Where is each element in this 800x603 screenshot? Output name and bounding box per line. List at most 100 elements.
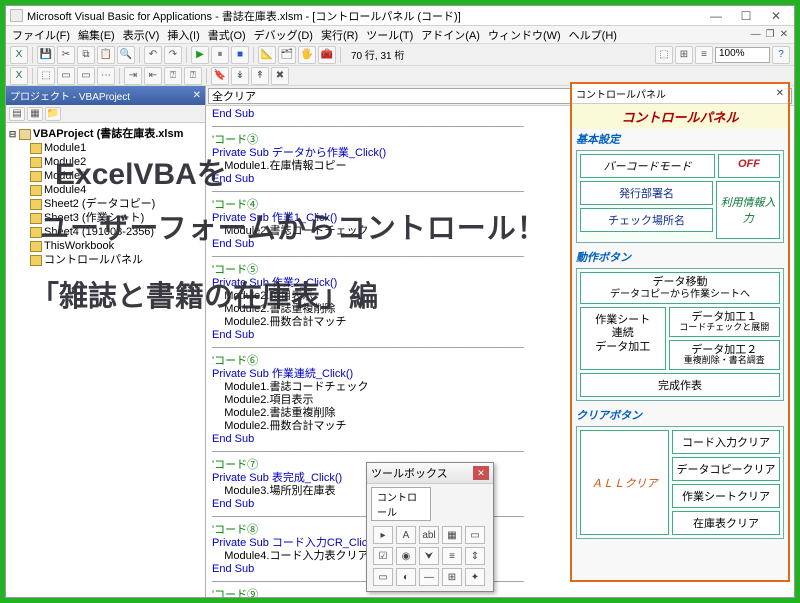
tool-indent-icon[interactable]: ⇥ (124, 67, 142, 85)
off-button[interactable]: OFF (718, 154, 780, 178)
menu-debug[interactable]: デバッグ(D) (252, 27, 315, 43)
tool-bold-icon[interactable]: ⬚ (655, 46, 673, 64)
complete-button[interactable]: 完成作表 (580, 373, 780, 397)
toolbox-control-icon[interactable]: ◐ (396, 568, 416, 586)
window-min-icon[interactable]: — (702, 9, 730, 23)
tool-undo-icon[interactable]: ↶ (144, 46, 162, 64)
tool-form-icon[interactable]: ⬚ (37, 67, 55, 85)
menu-help[interactable]: ヘルプ(H) (567, 27, 619, 43)
process1-button[interactable]: データ加工１ コードチェックと展開 (669, 307, 780, 337)
view-object-icon[interactable]: ▦ (27, 107, 43, 121)
tool-cut-icon[interactable]: ✂ (57, 46, 75, 64)
tool-design-icon[interactable]: 📐 (258, 46, 276, 64)
toolbox-control-icon[interactable]: ⮟ (419, 547, 439, 565)
tree-item[interactable]: Sheet2 (データコピー) (44, 197, 155, 211)
tool-break-icon[interactable]: ⏸ (211, 46, 229, 64)
window-max-icon[interactable]: ☐ (732, 9, 760, 23)
tool-clearbk-icon[interactable]: ✖ (271, 67, 289, 85)
tool-props-icon[interactable]: 🖐 (298, 46, 316, 64)
tool-outdent-icon[interactable]: ⇤ (144, 67, 162, 85)
menu-format[interactable]: 書式(O) (206, 27, 248, 43)
toolbox-control-icon[interactable]: ▭ (373, 568, 393, 586)
clear3-button[interactable]: 作業シートクリア (672, 484, 780, 508)
toolbox-control-icon[interactable]: ⇕ (465, 547, 485, 565)
tool-find-icon[interactable]: 🔍 (117, 46, 135, 64)
menu-edit[interactable]: 編集(E) (76, 27, 117, 43)
toolbox-control-icon[interactable]: ▸ (373, 526, 393, 544)
toolbar-main: X 💾 ✂ ⧉ 📋 🔍 ↶ ↷ ▶ ⏸ ■ 📐 🗂 🖐 🧰 70 行, 31 桁… (6, 44, 794, 66)
toolbox-window[interactable]: ツールボックス ✕ コントロール ▸Aabl▦▭☑◉⮟≡⇕▭◐—⊞✦ (366, 462, 494, 592)
tree-item[interactable]: コントロールパネル (44, 253, 143, 267)
tree-item[interactable]: Module1 (44, 141, 86, 155)
tool-comment-icon[interactable]: ⍰ (164, 67, 182, 85)
menu-tools[interactable]: ツール(T) (364, 27, 415, 43)
view-code-icon[interactable]: ▤ (9, 107, 25, 121)
window-close-icon[interactable]: ✕ (762, 9, 790, 23)
info-input-button[interactable]: 利用情報入力 (716, 181, 780, 239)
menu-window[interactable]: ウィンドウ(W) (486, 27, 563, 43)
menu-file[interactable]: ファイル(F) (10, 27, 72, 43)
toolbox-control-icon[interactable]: ◉ (396, 547, 416, 565)
clear1-button[interactable]: コード入力クリア (672, 430, 780, 454)
menu-addins[interactable]: アドイン(A) (419, 27, 482, 43)
mdi-restore-icon[interactable]: ❐ (764, 29, 777, 40)
process2-button[interactable]: データ加工２ 重複削除・書名調査 (669, 340, 780, 370)
tool-reset-icon[interactable]: ■ (231, 46, 249, 64)
tool-bookmark-icon[interactable]: 🔖 (211, 67, 229, 85)
zoom-combo[interactable]: 100% (715, 47, 770, 63)
project-pane-close-icon[interactable]: ✕ (193, 90, 201, 101)
clear4-button[interactable]: 在庫表クリア (672, 511, 780, 535)
mdi-min-icon[interactable]: — (749, 29, 763, 40)
tool-browser-icon[interactable]: 🧰 (318, 46, 336, 64)
tool-copy-icon[interactable]: ⧉ (77, 46, 95, 64)
tree-item[interactable]: Module3 (44, 169, 86, 183)
tool-project-icon[interactable]: 🗂 (278, 46, 296, 64)
menu-run[interactable]: 実行(R) (319, 27, 360, 43)
tree-item[interactable]: Module2 (44, 155, 86, 169)
tree-root[interactable]: VBAProject (書誌在庫表.xlsm (33, 127, 183, 141)
toolbox-control-icon[interactable]: abl (419, 526, 439, 544)
tool-paste-icon[interactable]: 📋 (97, 46, 115, 64)
tool-run-icon[interactable]: ▶ (191, 46, 209, 64)
toolbox-close-icon[interactable]: ✕ (473, 466, 489, 480)
tool-redo-icon[interactable]: ↷ (164, 46, 182, 64)
toolbox-control-icon[interactable]: ✦ (465, 568, 485, 586)
tool-uncomment-icon[interactable]: ⍰ (184, 67, 202, 85)
toolbox-control-icon[interactable]: ⊞ (442, 568, 462, 586)
dept-button[interactable]: 発行部署名 (580, 181, 713, 205)
tree-item[interactable]: Sheet4 (191003-2356) (44, 225, 154, 239)
toolbox-control-icon[interactable]: ≡ (442, 547, 462, 565)
barcode-mode-button[interactable]: バーコードモード (580, 154, 715, 178)
work-continuous-button[interactable]: 作業シート 連続 データ加工 (580, 307, 666, 370)
tool-save-icon[interactable]: 💾 (37, 46, 55, 64)
view-folder-icon[interactable]: 📁 (45, 107, 61, 121)
userform-close-icon[interactable]: ✕ (776, 88, 784, 99)
tool-class-icon[interactable]: ▭ (77, 67, 95, 85)
tool-excel2-icon[interactable]: X (10, 67, 28, 85)
tool-prev-icon[interactable]: ↟ (251, 67, 269, 85)
data-move-button[interactable]: データ移動 データコピーから作業シートへ (580, 272, 780, 304)
all-clear-button[interactable]: ＡＬＬクリア (580, 430, 669, 535)
tool-grid-icon[interactable]: ⊞ (675, 46, 693, 64)
toolbox-control-icon[interactable]: ▦ (442, 526, 462, 544)
tool-more-icon[interactable]: ⋯ (97, 67, 115, 85)
check-button[interactable]: チェック場所名 (580, 208, 713, 232)
tree-item[interactable]: ThisWorkbook (44, 239, 114, 253)
toolbox-control-icon[interactable]: ☑ (373, 547, 393, 565)
toolbox-tab[interactable]: コントロール (371, 487, 431, 521)
menu-insert[interactable]: 挿入(I) (165, 27, 201, 43)
tool-modul-icon[interactable]: ▭ (57, 67, 75, 85)
tree-item[interactable]: Module4 (44, 183, 86, 197)
menu-view[interactable]: 表示(V) (121, 27, 162, 43)
toolbox-control-icon[interactable]: A (396, 526, 416, 544)
tool-align-icon[interactable]: ≡ (695, 46, 713, 64)
project-tree[interactable]: ⊟VBAProject (書誌在庫表.xlsm Module1 Module2 … (6, 123, 205, 597)
clear2-button[interactable]: データコピークリア (672, 457, 780, 481)
mdi-close-icon[interactable]: ✕ (778, 29, 790, 40)
toolbox-control-icon[interactable]: ▭ (465, 526, 485, 544)
toolbox-control-icon[interactable]: — (419, 568, 439, 586)
tree-item[interactable]: Sheet3 (作業シート) (44, 211, 144, 225)
tool-excel-icon[interactable]: X (10, 46, 28, 64)
tool-next-icon[interactable]: ↡ (231, 67, 249, 85)
tool-help-icon[interactable]: ? (772, 46, 790, 64)
